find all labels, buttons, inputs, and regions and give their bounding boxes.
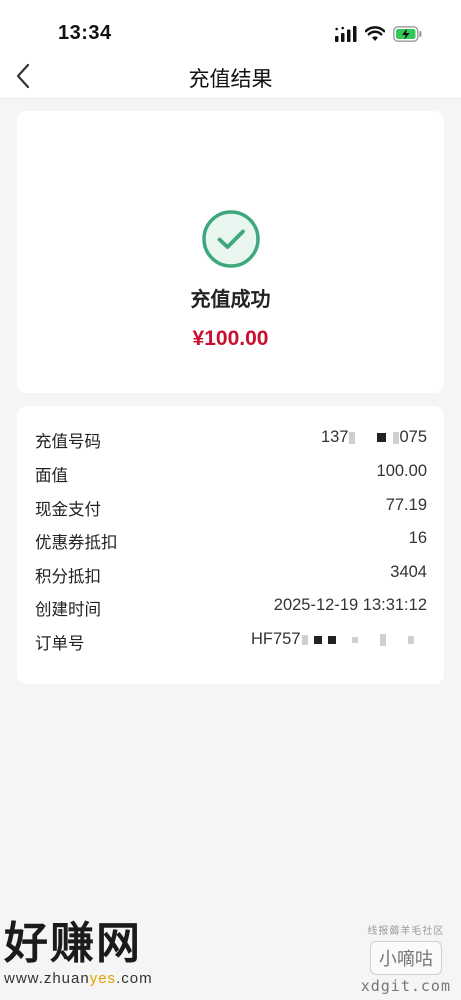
detail-label: 优惠券抵扣	[35, 534, 118, 552]
detail-value: 3404	[390, 563, 427, 581]
phone-number-suffix: 075	[399, 428, 427, 446]
status-bar: 13:34	[0, 0, 461, 55]
detail-value: 2025-12-19 13:31:12	[273, 596, 427, 614]
detail-label: 现金支付	[35, 501, 101, 519]
detail-label: 积分抵扣	[35, 568, 101, 586]
redaction-mask	[327, 635, 336, 644]
watermark-right: 线报薅羊毛社区 小嘀咕 xdgit.com	[361, 922, 451, 995]
result-card: 充值成功 ¥100.00	[17, 111, 444, 393]
page-title: 充值结果	[188, 68, 273, 91]
detail-row-points: 积分抵扣 3404	[35, 563, 427, 587]
watermark-domain: xdgit.com	[360, 977, 451, 995]
watermark-title: 好赚网	[4, 919, 142, 968]
redaction-mask	[301, 634, 308, 645]
status-time: 13:34	[58, 22, 112, 44]
result-amount: ¥100.00	[192, 327, 269, 350]
watermark-left: 好赚网 www.zhuanyes.com	[4, 919, 153, 988]
detail-label: 充值号码	[35, 433, 101, 451]
detail-row-phone: 充值号码 137 075	[35, 428, 427, 452]
detail-label: 创建时间	[35, 601, 101, 619]
detail-row-created-time: 创建时间 2025-12-19 13:31:12	[35, 596, 427, 620]
detail-row-face-value: 面值 100.00	[35, 462, 427, 486]
order-number-prefix: HF757	[251, 630, 301, 648]
watermark-url: www.zhuanyes.com	[4, 970, 153, 987]
status-icons	[335, 24, 423, 44]
detail-row-order-number: 订单号 HF757	[35, 630, 427, 654]
detail-value: 16	[408, 529, 427, 547]
detail-label: 面值	[35, 467, 68, 485]
redaction-mask	[351, 636, 358, 643]
check-circle-icon	[202, 210, 260, 268]
detail-value: 100.00	[376, 462, 427, 480]
detail-value: 77.19	[385, 496, 427, 514]
redaction-mask	[407, 635, 414, 644]
redaction-mask	[313, 635, 322, 644]
watermark-tagline: 线报薅羊毛社区	[367, 926, 445, 937]
redaction-mask	[349, 431, 356, 444]
wifi-icon	[365, 26, 385, 41]
signal-icon	[335, 26, 357, 42]
battery-charging-icon	[393, 26, 422, 42]
redaction-mask	[377, 433, 387, 443]
order-number-value: HF757	[251, 630, 414, 649]
detail-label: 订单号	[35, 635, 85, 653]
detail-row-coupon: 优惠券抵扣 16	[35, 529, 427, 553]
result-status: 充值成功	[190, 289, 271, 311]
nav-bar: 充值结果	[0, 55, 461, 99]
detail-card: 充值号码 137 075 面值 100.00 现金支付 77.19 优惠券抵扣 1…	[17, 406, 444, 684]
redaction-mask	[379, 633, 386, 646]
watermark-badge: 小嘀咕	[369, 941, 442, 975]
phone-number-value: 137 075	[321, 428, 427, 447]
phone-number-prefix: 137	[320, 428, 349, 446]
detail-row-cash: 现金支付 77.19	[35, 496, 427, 520]
